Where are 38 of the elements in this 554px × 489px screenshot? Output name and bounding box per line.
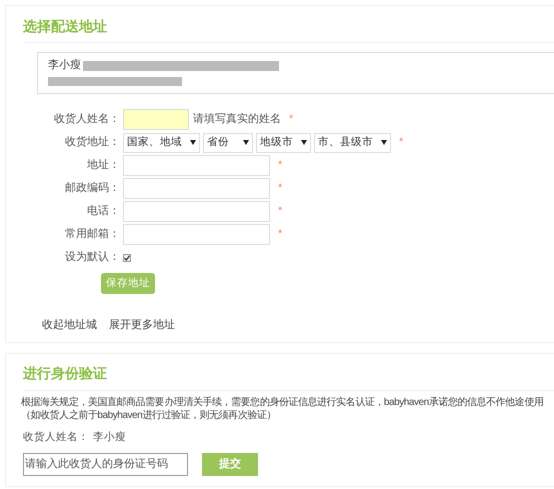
address-link[interactable]: 收起地址城 xyxy=(42,317,97,334)
caret-icon xyxy=(381,140,387,145)
dropdown[interactable]: 国家、地域 xyxy=(123,132,200,152)
recipient-name: 李小瘦 xyxy=(93,430,126,445)
field-label: 邮政编码： xyxy=(64,181,120,196)
notice-text: 根据海关规定，美国直邮商品需要办理清关手续，需要您的身份证信息进行实名认证，babyhaven承诺您的信息不作他途使用 xyxy=(21,396,544,409)
dropdown[interactable]: 省份 xyxy=(203,132,253,152)
section-title: 进行身份验证 xyxy=(23,364,108,383)
recipient-name: 李小瘦 xyxy=(48,58,81,74)
text-field[interactable] xyxy=(123,155,270,176)
required-mark: * xyxy=(399,135,404,150)
notice-text: （如收货人之前于babyhaven进行过验证，则无须再次验证） xyxy=(21,409,277,422)
id-number-field[interactable]: 请输入此收货人的身份证号码 xyxy=(23,452,188,476)
text-field[interactable] xyxy=(123,201,270,222)
field-label: 地址： xyxy=(86,158,120,174)
required-mark: * xyxy=(289,112,294,128)
field-hint: 请填写真实的姓名 xyxy=(193,112,281,128)
field-label: 电话： xyxy=(86,204,120,220)
required-mark: * xyxy=(278,158,282,174)
caret-icon xyxy=(301,140,307,145)
text-field[interactable] xyxy=(123,224,270,245)
checkbox[interactable] xyxy=(123,254,131,262)
text-field[interactable] xyxy=(123,178,270,199)
required-mark: * xyxy=(278,181,282,196)
text-field[interactable] xyxy=(123,109,189,130)
caret-icon xyxy=(190,140,196,145)
address-link[interactable]: 展开更多地址 xyxy=(109,317,175,334)
field-label: 收货地址： xyxy=(64,135,120,150)
section-title: 选择配送地址 xyxy=(23,17,108,36)
field-label: 常用邮箱： xyxy=(64,227,120,242)
dropdown[interactable]: 地级市 xyxy=(256,132,311,152)
recipient-label: 收货人姓名： xyxy=(23,430,89,445)
caret-icon xyxy=(243,140,249,145)
field-label: 收货人姓名： xyxy=(53,112,120,128)
dropdown[interactable]: 市、县级市 xyxy=(314,132,391,152)
required-mark: * xyxy=(278,204,282,220)
field-label: 设为默认： xyxy=(64,250,120,266)
required-mark: * xyxy=(278,227,282,242)
